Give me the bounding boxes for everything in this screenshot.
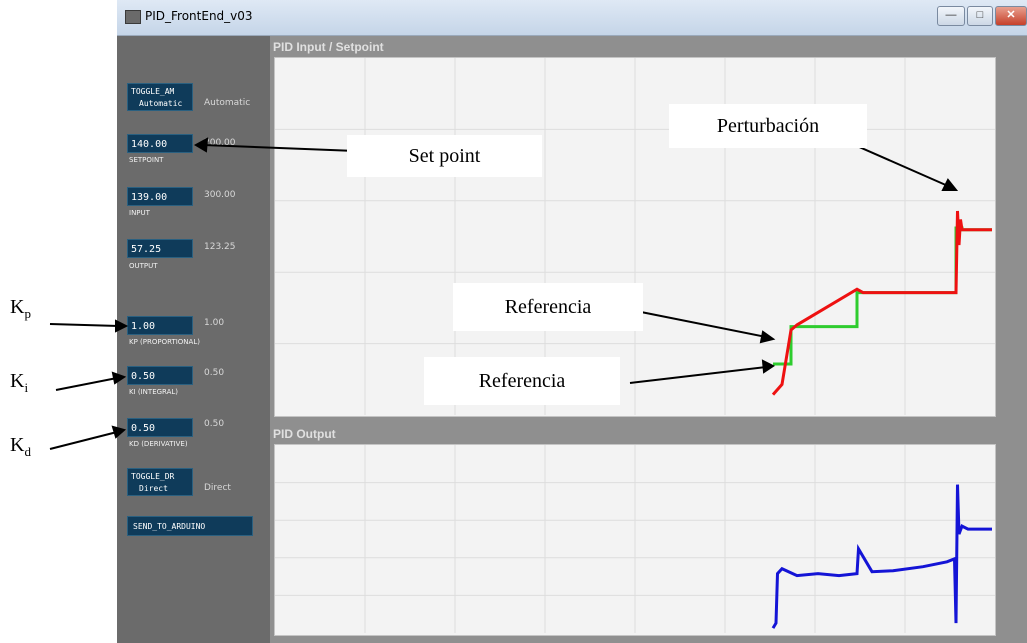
toggle-dr-value: Direct bbox=[204, 483, 231, 493]
setpoint-value: 200.00 bbox=[204, 138, 236, 148]
kp-value: 1.00 bbox=[204, 318, 225, 328]
output-value: 123.25 bbox=[204, 242, 236, 252]
toggle-dr-label: TOGGLE_DR bbox=[131, 472, 175, 481]
ki-value: 0.50 bbox=[204, 368, 225, 378]
output-field[interactable]: 57.25 bbox=[127, 239, 193, 258]
perturbacion-annotation: Perturbación bbox=[669, 104, 867, 148]
ki-sub: i bbox=[24, 380, 29, 395]
ki-arrow bbox=[55, 377, 118, 391]
ki-annotation: Ki bbox=[10, 370, 28, 396]
referencia-annotation-1: Referencia bbox=[453, 283, 643, 331]
ki-base: K bbox=[10, 370, 25, 392]
referencia-annotation-2: Referencia bbox=[424, 357, 620, 405]
kd-base: K bbox=[10, 434, 25, 456]
output-panel-title: PID Output bbox=[273, 427, 336, 441]
kp-arrow bbox=[49, 323, 120, 327]
ki-label: KI (INTEGRAL) bbox=[129, 388, 179, 396]
kp-field[interactable]: 1.00 bbox=[127, 316, 193, 335]
window-title: PID_FrontEnd_v03 bbox=[145, 9, 253, 23]
kp-sub: p bbox=[24, 306, 31, 321]
close-button[interactable]: ✕ bbox=[995, 6, 1027, 26]
input-setpoint-panel-title: PID Input / Setpoint bbox=[273, 40, 384, 54]
toggle-dr-sub: Direct bbox=[139, 484, 168, 493]
kd-field[interactable]: 0.50 bbox=[127, 418, 193, 437]
kd-value: 0.50 bbox=[204, 419, 225, 429]
maximize-button[interactable]: □ bbox=[967, 6, 993, 26]
input-setpoint-plot bbox=[274, 57, 996, 417]
ki-field[interactable]: 0.50 bbox=[127, 366, 193, 385]
toggle-am-label: TOGGLE_AM bbox=[131, 87, 175, 96]
toggle-dr-button[interactable]: TOGGLE_DR Direct bbox=[127, 468, 193, 496]
chart-area: PID Input / Setpoint PID Output bbox=[270, 36, 1027, 643]
kd-sub: d bbox=[24, 444, 31, 459]
setpoint-field[interactable]: 140.00 bbox=[127, 134, 193, 153]
send-to-arduino-button[interactable]: SEND_TO_ARDUINO bbox=[127, 516, 253, 536]
kp-annotation: Kp bbox=[10, 296, 31, 322]
output-plot bbox=[274, 444, 996, 636]
kd-arrow bbox=[49, 431, 118, 450]
toggle-am-button[interactable]: TOGGLE_AM Automatic bbox=[127, 83, 193, 111]
output-label: OUTPUT bbox=[129, 262, 158, 270]
set-point-annotation: Set point bbox=[347, 135, 542, 177]
kd-label: KD (DERIVATIVE) bbox=[129, 440, 188, 448]
kp-label: KP (PROPORTIONAL) bbox=[129, 338, 200, 346]
input-field[interactable]: 139.00 bbox=[127, 187, 193, 206]
toggle-am-sub: Automatic bbox=[139, 99, 183, 108]
title-bar: PID_FrontEnd_v03 — □ ✕ bbox=[117, 0, 1027, 36]
input-label: INPUT bbox=[129, 209, 150, 217]
kp-base: K bbox=[10, 296, 25, 318]
control-sidebar: TOGGLE_AM Automatic Automatic 140.00 SET… bbox=[117, 36, 270, 643]
minimize-button[interactable]: — bbox=[937, 6, 965, 26]
toggle-am-value: Automatic bbox=[204, 98, 251, 108]
kd-annotation: Kd bbox=[10, 434, 31, 460]
setpoint-label: SETPOINT bbox=[129, 156, 164, 164]
app-icon bbox=[125, 10, 141, 24]
input-value: 300.00 bbox=[204, 190, 236, 200]
